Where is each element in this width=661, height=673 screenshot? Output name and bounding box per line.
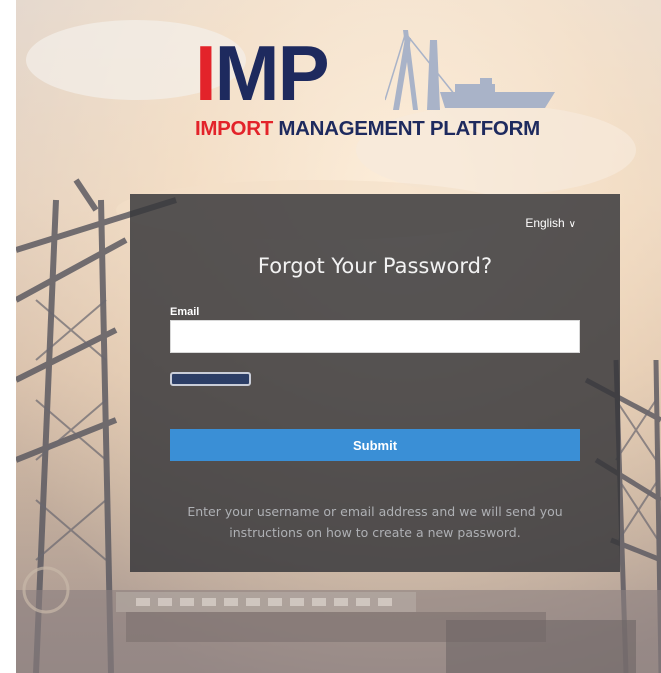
chevron-down-icon: ∨ xyxy=(568,219,576,230)
language-label: English xyxy=(525,216,565,230)
logo-wordmark: IMP xyxy=(195,34,330,112)
port-background: IMP IMPORT MANAGEMENT PLATFORM English ∨ … xyxy=(16,0,661,673)
email-label: Email xyxy=(170,306,200,318)
email-field[interactable] xyxy=(170,320,580,353)
forgot-password-panel: English ∨ Forgot Your Password? Email Bac… xyxy=(130,194,620,572)
instructions-text: Enter your username or email address and… xyxy=(187,504,563,540)
tagline-import: IMPORT xyxy=(195,117,273,140)
imp-logo: IMP IMPORT MANAGEMENT PLATFORM xyxy=(195,30,565,145)
language-selector[interactable]: English ∨ xyxy=(525,216,576,230)
bridge-ship-icon xyxy=(385,30,555,110)
back-to-login-button[interactable]: Back to Login xyxy=(170,372,251,386)
tagline-management-platform: MANAGEMENT PLATFORM xyxy=(278,117,540,140)
logo-tagline: IMPORT MANAGEMENT PLATFORM xyxy=(195,117,540,141)
logo-letters-mp: MP xyxy=(214,29,330,117)
page-title: Forgot Your Password? xyxy=(257,254,493,278)
logo-letter-i: I xyxy=(195,29,217,117)
submit-button[interactable]: Submit xyxy=(170,429,580,461)
